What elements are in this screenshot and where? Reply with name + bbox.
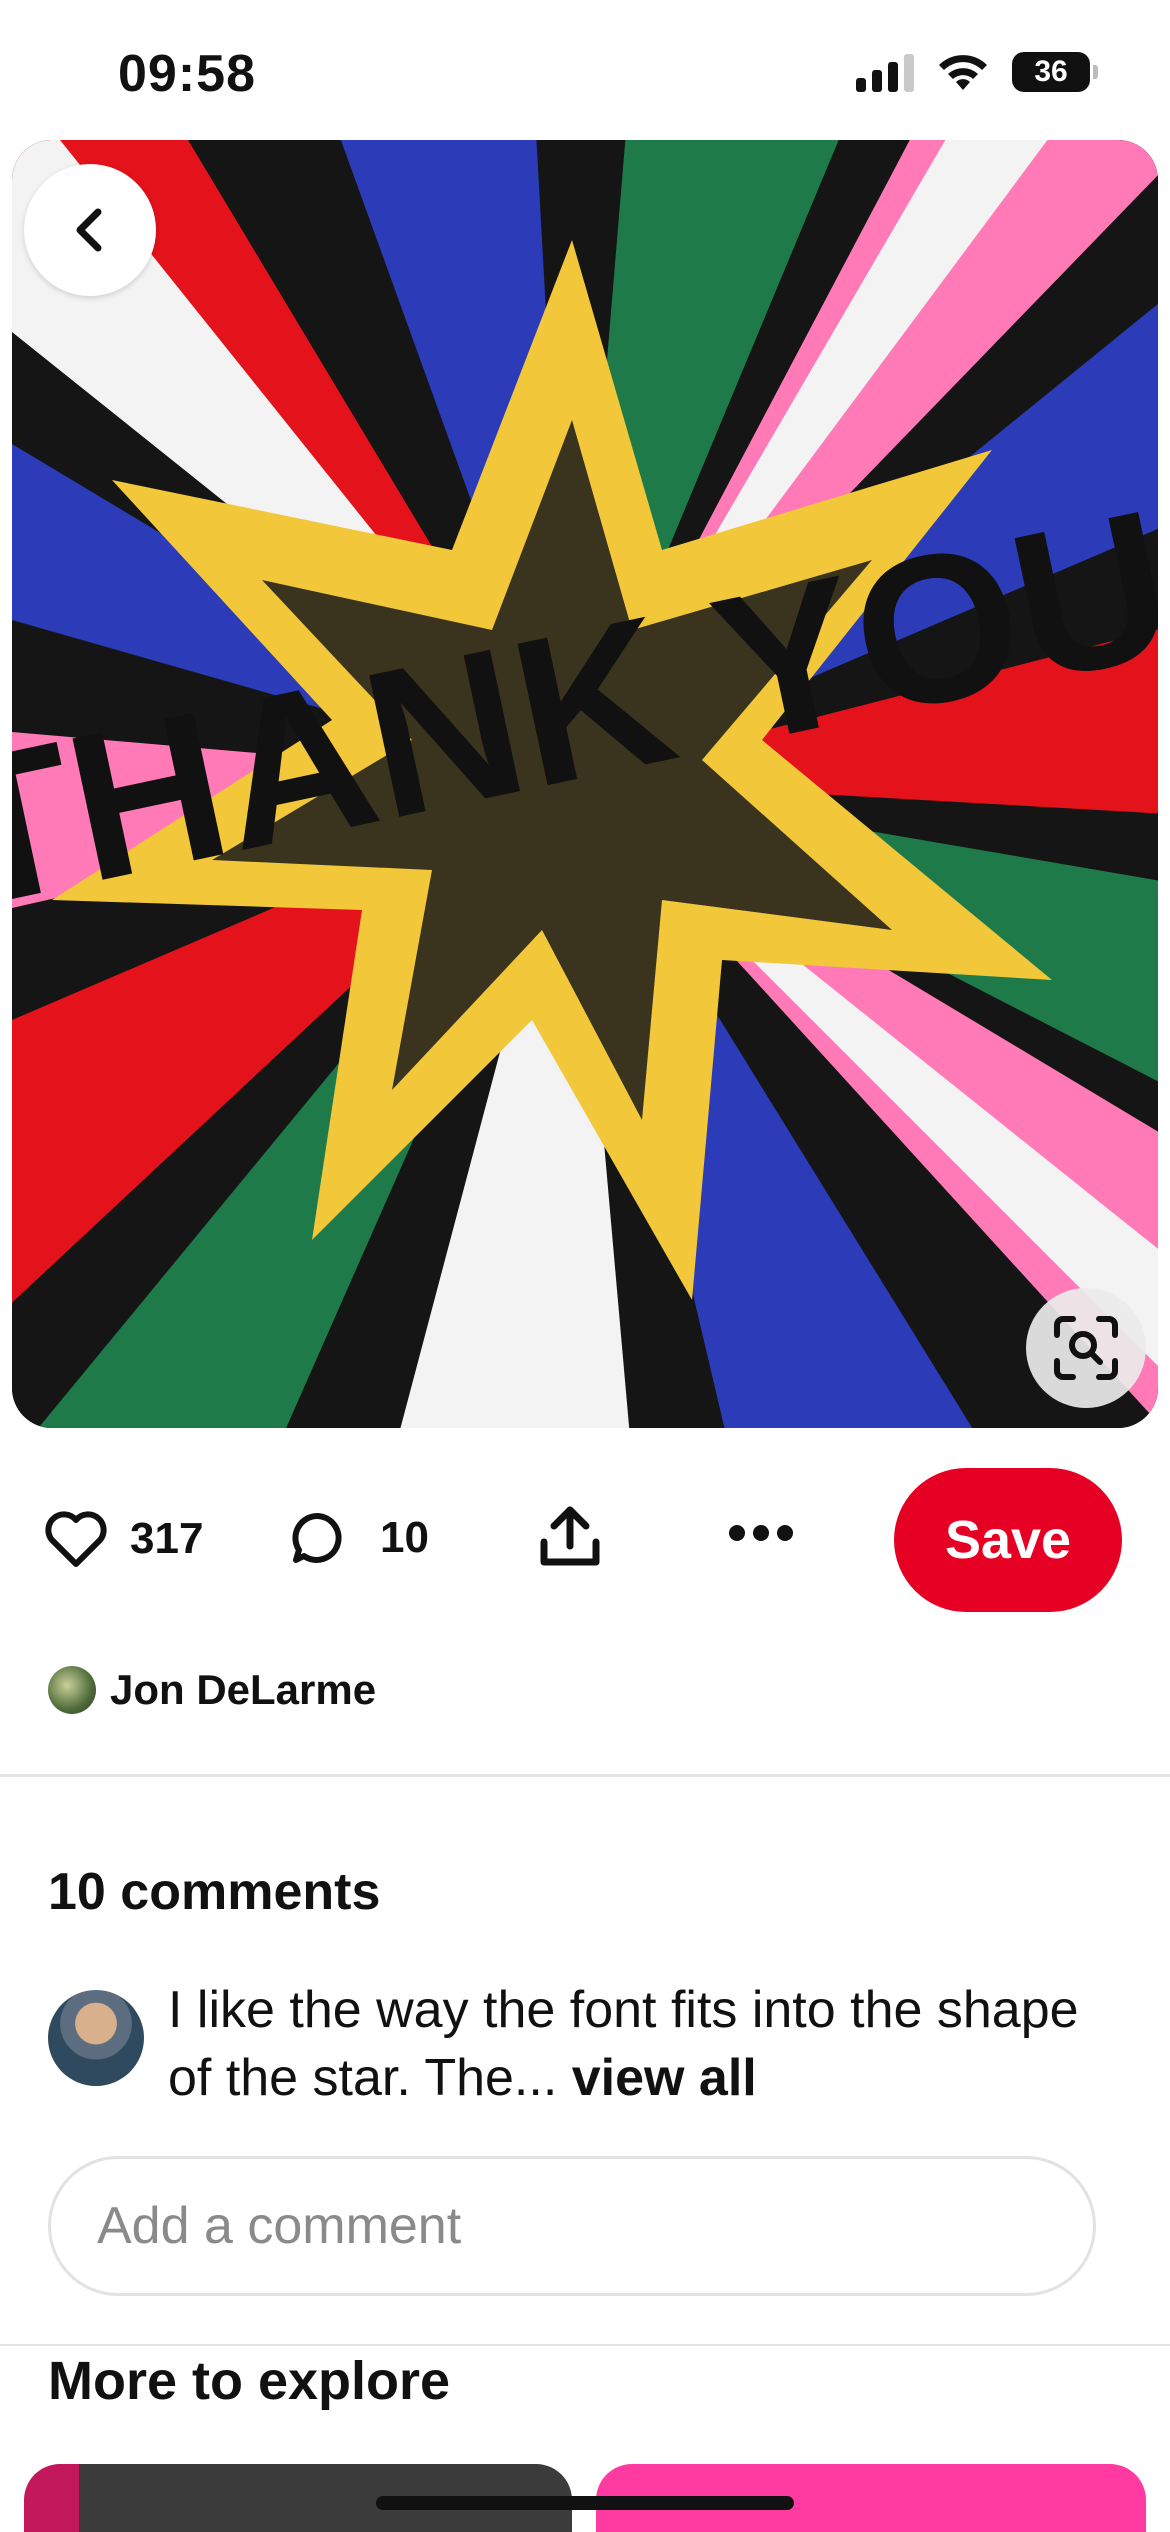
comment-text: I like the way the font fits into the sh…	[168, 1976, 1108, 2112]
comment-icon	[292, 1512, 342, 1563]
creator-link[interactable]: Jon DeLarme	[48, 1666, 376, 1714]
visual-search-button[interactable]	[1026, 1288, 1146, 1408]
battery-icon: 36	[1012, 52, 1098, 92]
share-button[interactable]	[538, 1504, 602, 1570]
more-options-button[interactable]	[728, 1522, 794, 1544]
home-indicator	[376, 2496, 794, 2510]
signal-icon	[856, 52, 914, 92]
comment-button[interactable]: 10	[290, 1510, 429, 1566]
comment-count: 10	[380, 1513, 429, 1562]
divider	[0, 2344, 1170, 2346]
comment-item[interactable]: I like the way the font fits into the sh…	[48, 1976, 1108, 2112]
share-icon	[540, 1506, 600, 1566]
back-button[interactable]	[24, 164, 156, 296]
view-all-comments-link[interactable]: view all	[572, 2049, 757, 2107]
wifi-icon	[939, 55, 987, 90]
creator-name: Jon DeLarme	[110, 1666, 377, 1713]
more-to-explore-heading: More to explore	[48, 2351, 451, 2411]
like-count: 317	[130, 1514, 204, 1563]
comments-heading: 10 comments	[48, 1863, 381, 1921]
like-button[interactable]: 317	[44, 1510, 203, 1568]
divider	[0, 1774, 1170, 1777]
save-button[interactable]: Save	[894, 1468, 1122, 1612]
pin-image[interactable]: THANK YOU	[12, 140, 1158, 1428]
thank-you-starburst-illustration: THANK YOU	[12, 140, 1158, 1428]
battery-level: 36	[1034, 55, 1068, 88]
status-time: 09:58	[118, 45, 256, 103]
status-icons: 36	[856, 52, 1098, 92]
avatar	[48, 1666, 96, 1714]
add-comment-input[interactable]	[48, 2156, 1096, 2296]
chevron-left-icon	[76, 208, 102, 252]
visual-search-icon	[1054, 1316, 1118, 1380]
pin-action-bar: 317 10 Save	[0, 1468, 1170, 1612]
more-icon	[729, 1525, 793, 1541]
heart-icon	[45, 1511, 107, 1567]
avatar	[48, 1990, 144, 2086]
status-bar: 09:58 36	[0, 0, 1170, 140]
